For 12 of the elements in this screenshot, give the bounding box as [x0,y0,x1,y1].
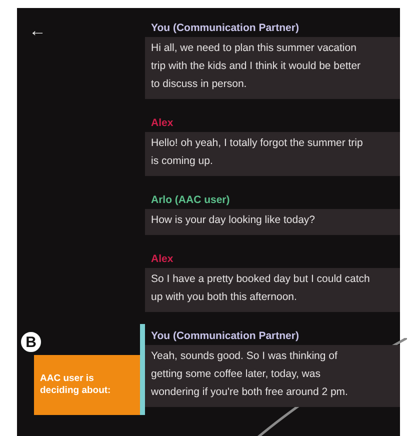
annotation-label: AAC user is deciding about: [34,355,140,415]
speaker-name: Alex [150,117,174,131]
message-bubble: Hello! oh yeah, I totally forgot the summer trip is coming up. [145,132,400,176]
back-button[interactable]: ← [29,22,46,39]
message-bubble: Hi all, we need to plan this summer vacation trip with the kids and I think it would be better to discuss in person. [145,37,400,99]
speaker-name: You (Communication Partner) [150,22,300,36]
message-bubble: So I have a pretty booked day but I could catch up with you both this afternoon. [145,268,400,312]
message-bubble: How is your day looking like today? [145,209,400,235]
speaker-name: Alex [150,253,174,267]
annotation-badge: B [19,330,43,354]
speaker-name: Arlo (AAC user) [150,194,231,208]
speaker-name: You (Communication Partner) [150,330,300,344]
